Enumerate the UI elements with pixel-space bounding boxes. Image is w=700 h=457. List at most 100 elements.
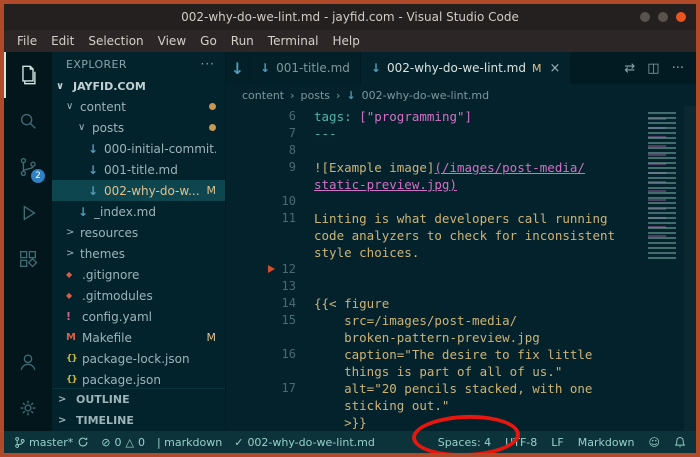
settings-gear-icon[interactable] [4, 385, 52, 431]
workspace-root-label: JAYFID.COM [73, 79, 146, 93]
sidebar-item-config-yaml[interactable]: ! config.yaml [52, 306, 225, 327]
chevron-right-icon: > [58, 394, 67, 405]
notifications-bell-icon[interactable] [674, 436, 686, 449]
sidebar-item-posts[interactable]: ∨ posts [52, 117, 225, 138]
explorer-title: EXPLORER [66, 57, 127, 71]
code-line: 14 {{< figure [226, 295, 646, 312]
menu-run[interactable]: Run [224, 32, 261, 50]
sidebar-item-002-why-do-we-lint[interactable]: ↓ 002-why-do-w... M [52, 180, 225, 201]
tab-001-title[interactable]: ↓ 001-title.md [250, 52, 361, 84]
tab-002-why-do-we-lint[interactable]: ↓ 002-why-do-we-lint.md M × [360, 52, 572, 84]
code-text: tags: ["programming"] [314, 109, 473, 124]
minimap[interactable] [646, 110, 684, 431]
code-line: 9 ![Example image](/images/post-media/ [226, 159, 646, 176]
line-number: 7 [288, 126, 296, 140]
sidebar-item-001-title[interactable]: ↓ 001-title.md [52, 159, 225, 180]
run-debug-icon[interactable] [4, 190, 52, 236]
code-line: 6 tags: ["programming"] [226, 108, 646, 125]
menu-go[interactable]: Go [193, 32, 224, 50]
code-text: things is part of all of us." [314, 364, 563, 379]
explorer-icon[interactable] [4, 52, 52, 98]
menu-edit[interactable]: Edit [44, 32, 81, 50]
menu-terminal[interactable]: Terminal [261, 32, 326, 50]
branch-indicator[interactable]: master* [14, 436, 89, 449]
breadcrumb-posts[interactable]: posts [301, 89, 331, 102]
scm-badge: 2 [31, 169, 45, 183]
close-tab-icon[interactable]: × [549, 61, 560, 76]
breadcrumb-file[interactable]: 002-why-do-we-lint.md [362, 89, 489, 102]
sidebar-item-gitignore[interactable]: ◆ .gitignore [52, 264, 225, 285]
title-bar[interactable]: 002-why-do-we-lint.md - jayfid.com - Vis… [4, 4, 696, 30]
search-icon[interactable] [4, 98, 52, 144]
line-number: 14 [281, 296, 296, 310]
open-changes-icon[interactable]: ⇄ [624, 61, 635, 76]
line-number [226, 397, 306, 414]
indentation-indicator[interactable]: Spaces: 4 [438, 436, 491, 449]
git-modified-badge: M [206, 184, 217, 197]
sidebar-item-makefile[interactable]: M Makefile M [52, 327, 225, 348]
code-text: alt="20 pencils stacked, with one [314, 381, 593, 396]
breadcrumb-separator: › [290, 88, 295, 102]
linter-status[interactable]: | markdown [157, 436, 222, 449]
code-lines[interactable]: 6 tags: ["programming"] 7 --- 8 9 ![Example… [226, 106, 646, 431]
menu-view[interactable]: View [151, 32, 193, 50]
split-editor-icon[interactable]: ◫ [647, 61, 659, 76]
menu-file[interactable]: File [10, 32, 44, 50]
line-number [226, 227, 306, 244]
sidebar-item-package-lock-json[interactable]: {} package-lock.json [52, 348, 225, 369]
markdown-file-icon: ↓ [260, 61, 271, 75]
menu-selection[interactable]: Selection [81, 32, 150, 50]
menu-bar: File Edit Selection View Go Run Terminal… [4, 30, 696, 52]
modified-dot-badge [209, 103, 216, 110]
minimize-button[interactable] [640, 12, 650, 22]
markdown-file-icon: ↓ [78, 204, 89, 219]
sidebar-sections: > OUTLINE > TIMELINE [52, 388, 225, 431]
sidebar-item-package-json[interactable]: {} package.json [52, 369, 225, 388]
feedback-smiley-icon[interactable]: ☺ [649, 436, 660, 449]
sync-icon [77, 436, 89, 448]
timeline-section[interactable]: > TIMELINE [52, 410, 225, 431]
explorer-more-icon[interactable]: ··· [201, 57, 215, 71]
problems-indicator[interactable]: ⊘ 0 △ 0 [101, 436, 145, 449]
markdownlint-file-status[interactable]: ✓ 002-why-do-we-lint.md [234, 436, 375, 449]
line-number: 13 [281, 279, 296, 293]
outline-section[interactable]: > OUTLINE [52, 389, 225, 410]
sidebar-item-themes[interactable]: > themes [52, 243, 225, 264]
sidebar-item-content[interactable]: ∨ content [52, 96, 225, 117]
code-text: {{< figure [314, 296, 390, 311]
encoding-indicator[interactable]: UTF-8 [505, 436, 537, 449]
menu-help[interactable]: Help [326, 32, 367, 50]
sidebar-item-resources[interactable]: > resources [52, 222, 225, 243]
code-line: 17 alt="20 pencils stacked, with one [226, 380, 646, 397]
editor-actions: ⇄ ◫ ··· [612, 52, 696, 84]
eol-indicator[interactable]: LF [551, 436, 563, 449]
vertical-scrollbar[interactable] [684, 106, 696, 431]
code-line: 7 --- [226, 125, 646, 142]
error-icon: ⊘ [101, 435, 111, 449]
sidebar-item-gitmodules[interactable]: ◆ .gitmodules [52, 285, 225, 306]
close-button[interactable] [676, 12, 686, 22]
chevron-down-icon: ∨ [66, 101, 74, 112]
source-control-icon[interactable]: 2 [4, 144, 52, 190]
tab-partial[interactable]: ↓ [226, 52, 250, 84]
code-line: 12 [226, 261, 646, 278]
account-icon[interactable] [4, 339, 52, 385]
line-number [226, 363, 306, 380]
code-line: 13 [226, 278, 646, 295]
vscode-window: 002-why-do-we-lint.md - jayfid.com - Vis… [0, 0, 700, 457]
sidebar-item-000-initial-commit[interactable]: ↓ 000-initial-commit.md [52, 138, 225, 159]
workspace-root[interactable]: ∨ JAYFID.COM [52, 76, 225, 96]
chevron-right-icon: > [66, 248, 75, 259]
breadcrumb-content[interactable]: content [242, 89, 284, 102]
sidebar-item-index-md[interactable]: ↓ _index.md [52, 201, 225, 222]
maximize-button[interactable] [658, 12, 668, 22]
more-actions-icon[interactable]: ··· [672, 61, 684, 76]
workbench: 2 EXPLORER ··· ∨ JAYFID.COM ∨ content ∨ … [4, 52, 696, 431]
extensions-icon[interactable] [4, 236, 52, 282]
explorer-header: EXPLORER ··· [52, 52, 225, 76]
code-line: >}} [226, 414, 646, 431]
status-bar: master* ⊘ 0 △ 0 | markdown ✓ 002-why-do-… [4, 431, 696, 453]
language-mode-indicator[interactable]: Markdown [578, 436, 635, 449]
code-area: 6 tags: ["programming"] 7 --- 8 9 ![Example… [226, 106, 696, 431]
code-text: broken-pattern-preview.jpg [314, 330, 540, 345]
